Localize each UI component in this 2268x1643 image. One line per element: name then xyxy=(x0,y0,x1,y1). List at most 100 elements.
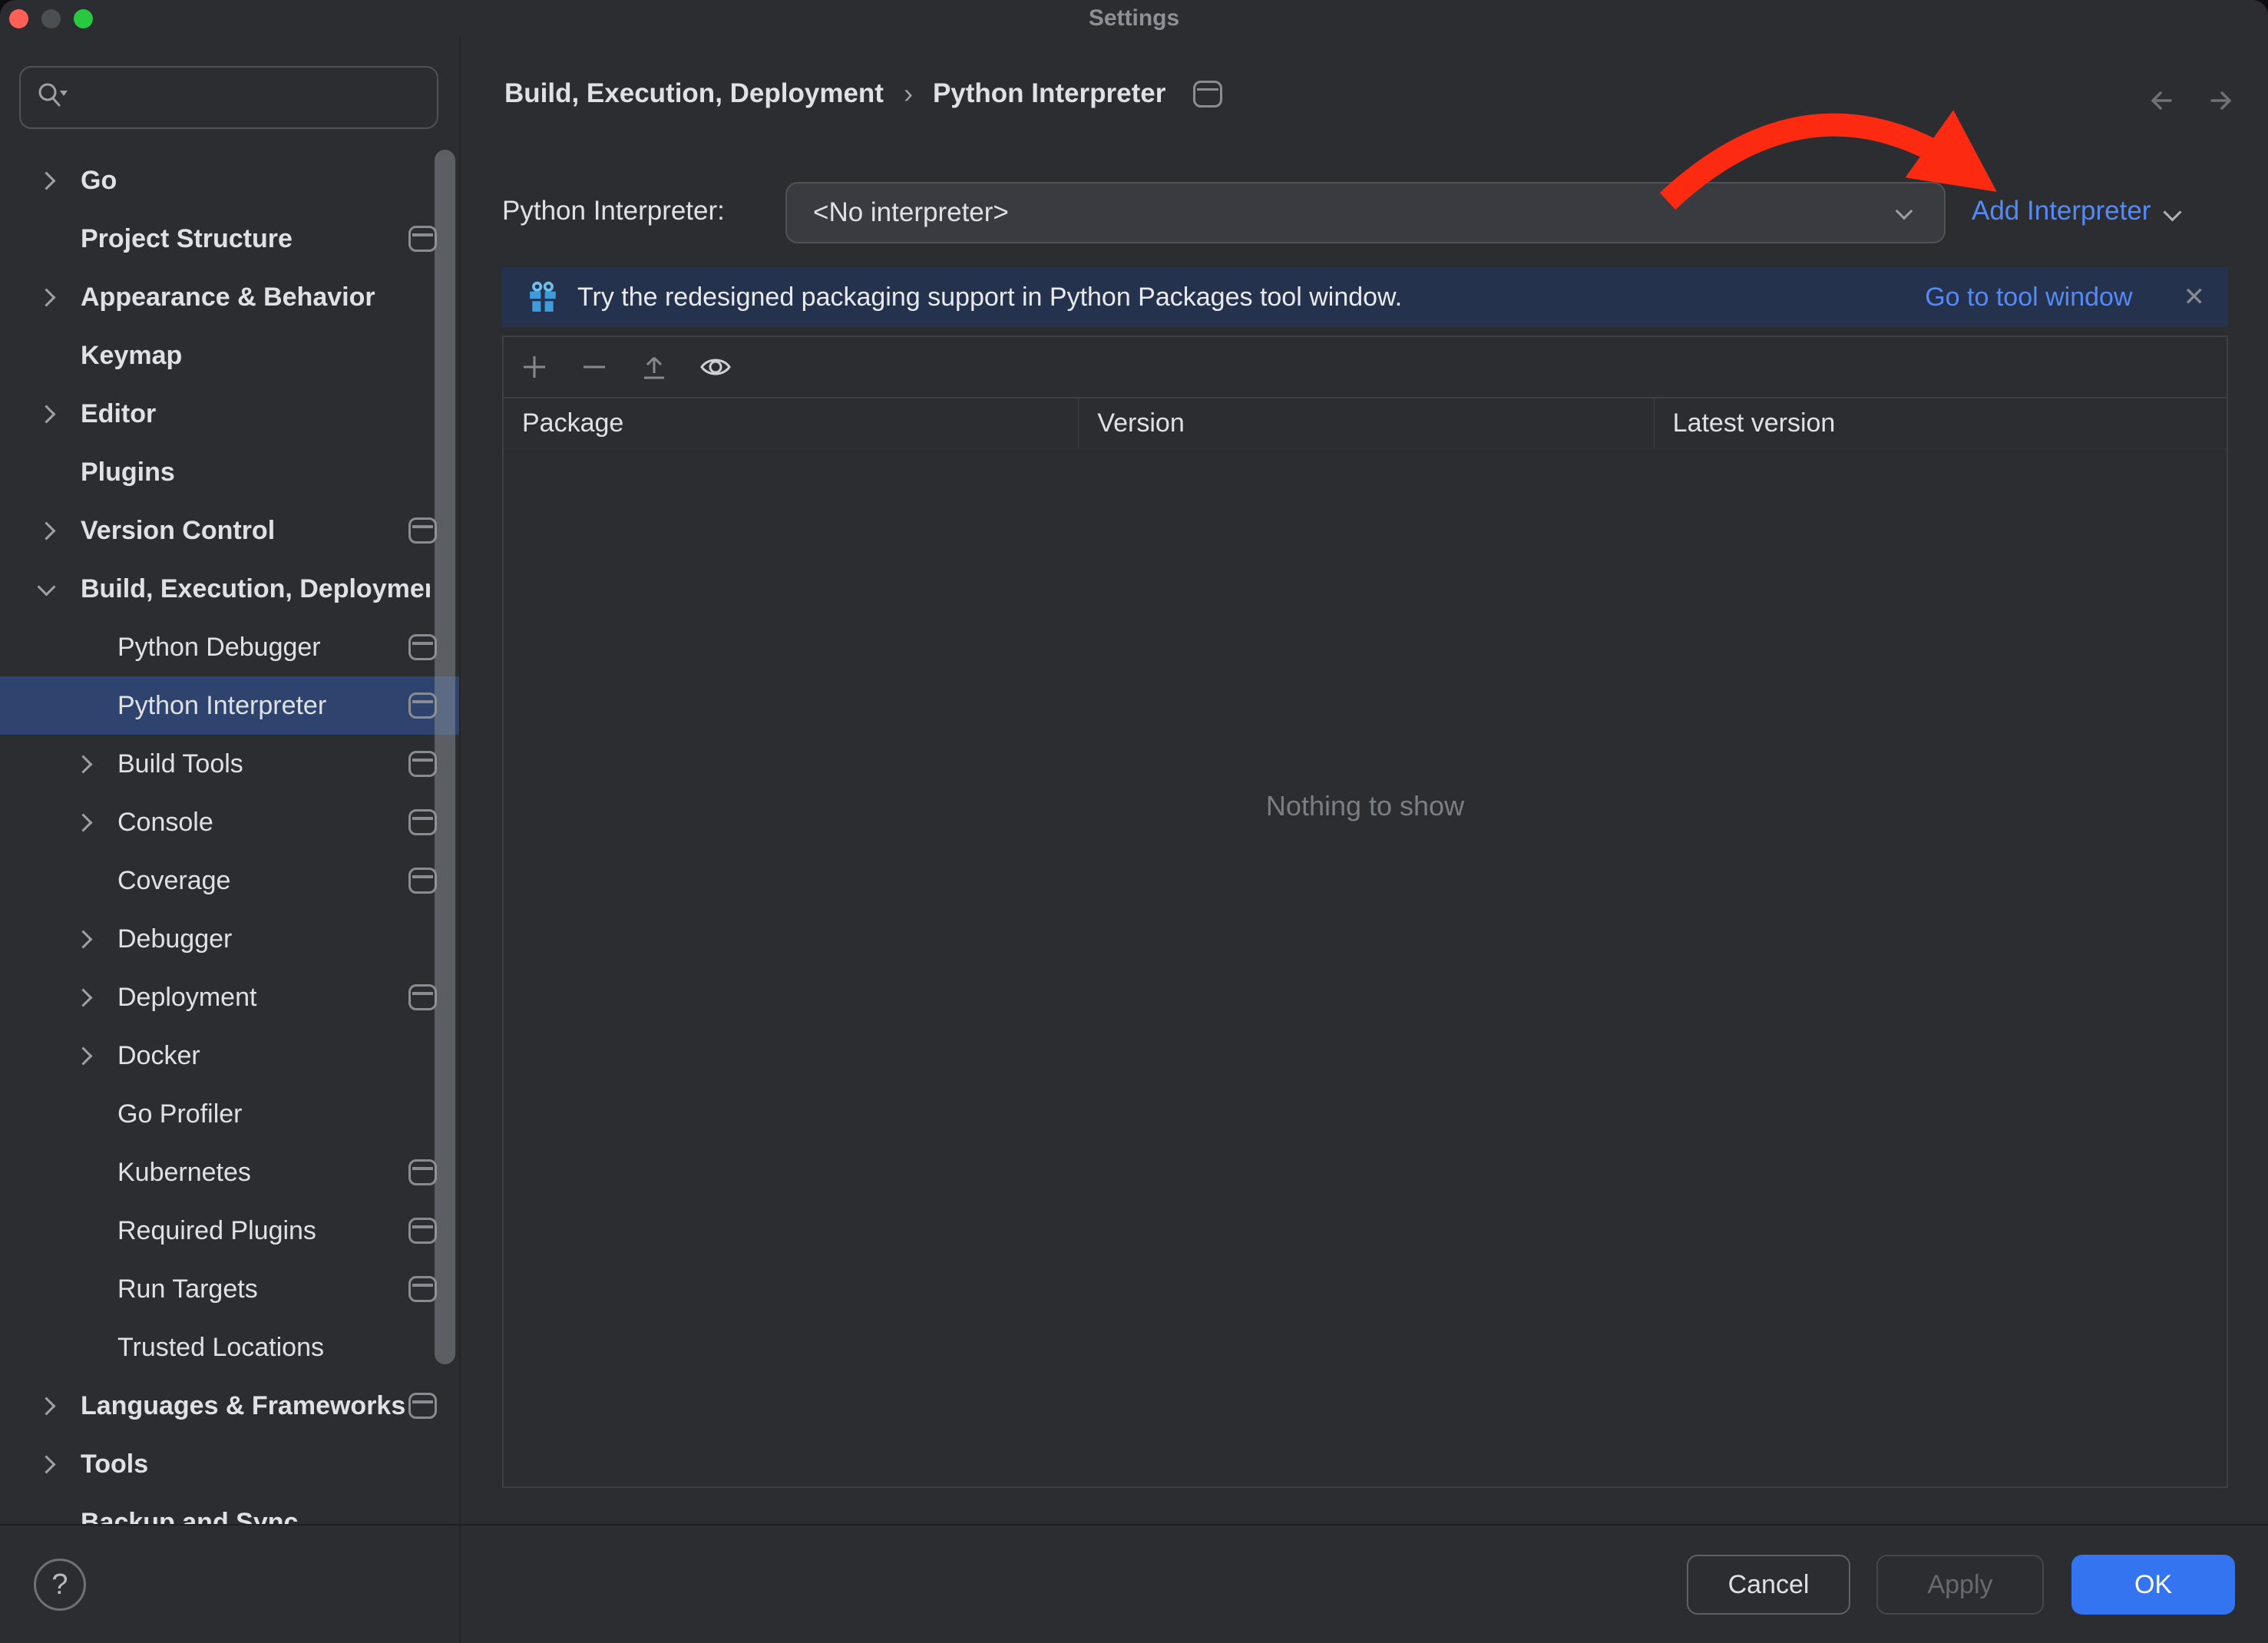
packages-panel: PackageVersionLatest version Nothing to … xyxy=(502,336,2228,1488)
sidebar-item-console[interactable]: Console xyxy=(0,793,459,851)
question-mark-icon: ? xyxy=(51,1569,68,1602)
banner-message: Try the redesigned packaging support in … xyxy=(577,283,1925,312)
add-interpreter-button[interactable]: Add Interpreter xyxy=(1972,196,2179,226)
sidebar-item-build-tools[interactable]: Build Tools xyxy=(0,735,459,793)
project-scope-icon xyxy=(408,634,437,660)
window-title: Settings xyxy=(0,5,2268,31)
cancel-button[interactable]: Cancel xyxy=(1687,1555,1850,1615)
sidebar-item-label: Debugger xyxy=(117,924,430,954)
column-header-version[interactable]: Version xyxy=(1079,398,1654,448)
sidebar-item-label: Deployment xyxy=(117,983,430,1013)
forward-arrow-icon[interactable] xyxy=(2204,83,2239,118)
sidebar-item-version-control[interactable]: Version Control xyxy=(0,501,459,560)
sidebar-item-label: Coverage xyxy=(117,866,430,896)
empty-table-message: Nothing to show xyxy=(504,790,2227,822)
sidebar-item-label: Docker xyxy=(117,1041,430,1071)
sidebar-item-label: Required Plugins xyxy=(117,1216,430,1246)
project-scope-icon xyxy=(408,1393,437,1419)
sidebar-item-tools[interactable]: Tools xyxy=(0,1435,459,1493)
sidebar-item-debugger[interactable]: Debugger xyxy=(0,910,459,968)
sidebar-item-trusted-locations[interactable]: Trusted Locations xyxy=(0,1318,459,1377)
sidebar-item-backup-and-sync[interactable]: Backup and Sync xyxy=(0,1493,459,1526)
sidebar-item-label: Build, Execution, Deployment xyxy=(81,574,430,604)
ok-button[interactable]: OK xyxy=(2071,1555,2235,1615)
sidebar-item-appearance-behavior[interactable]: Appearance & Behavior xyxy=(0,268,459,326)
sidebar-item-run-targets[interactable]: Run Targets xyxy=(0,1260,459,1318)
sidebar-item-label: Tools xyxy=(81,1450,430,1479)
banner-close-icon[interactable]: ✕ xyxy=(2184,282,2206,312)
breadcrumb-current: Python Interpreter xyxy=(933,78,1165,109)
column-header-latest-version[interactable]: Latest version xyxy=(1655,398,2227,448)
sidebar-item-docker[interactable]: Docker xyxy=(0,1026,459,1085)
sidebar-item-python-debugger[interactable]: Python Debugger xyxy=(0,618,459,676)
sidebar-item-label: Keymap xyxy=(81,341,430,371)
sidebar-item-label: Console xyxy=(117,808,430,838)
chevron-down-icon xyxy=(1896,203,1913,220)
interpreter-select[interactable]: <No interpreter> xyxy=(785,182,1946,243)
title-bar: Settings xyxy=(0,0,2268,37)
sidebar-item-label: Plugins xyxy=(81,458,430,488)
sidebar-item-label: Appearance & Behavior xyxy=(81,283,430,312)
upgrade-package-icon[interactable] xyxy=(639,352,669,382)
settings-search-field[interactable] xyxy=(19,66,438,129)
project-scope-icon xyxy=(408,809,437,835)
breadcrumb-parent[interactable]: Build, Execution, Deployment xyxy=(504,78,884,109)
sidebar-item-label: Version Control xyxy=(81,516,430,546)
sidebar-item-coverage[interactable]: Coverage xyxy=(0,851,459,910)
breadcrumb-separator-icon: › xyxy=(904,78,913,110)
sidebar-item-languages-frameworks[interactable]: Languages & Frameworks xyxy=(0,1377,459,1435)
sidebar-item-label: Backup and Sync xyxy=(81,1508,430,1526)
column-header-package[interactable]: Package xyxy=(504,398,1079,448)
sidebar-item-go-profiler[interactable]: Go Profiler xyxy=(0,1085,459,1143)
packages-table-header: PackageVersionLatest version xyxy=(504,398,2227,449)
add-package-icon[interactable] xyxy=(519,352,550,382)
packages-promo-banner: Try the redesigned packaging support in … xyxy=(502,267,2228,327)
gift-icon xyxy=(527,281,559,313)
project-scope-icon xyxy=(408,226,437,252)
show-early-releases-icon[interactable] xyxy=(699,352,732,382)
sidebar-item-label: Project Structure xyxy=(81,224,430,254)
back-arrow-icon[interactable] xyxy=(2144,83,2179,118)
sidebar-item-label: Trusted Locations xyxy=(117,1333,430,1363)
apply-button[interactable]: Apply xyxy=(1876,1555,2044,1615)
add-interpreter-label: Add Interpreter xyxy=(1972,196,2151,226)
sidebar-item-label: Build Tools xyxy=(117,749,430,779)
sidebar-item-label: Go xyxy=(81,166,430,196)
sidebar-item-plugins[interactable]: Plugins xyxy=(0,443,459,501)
help-button[interactable]: ? xyxy=(34,1559,86,1611)
sidebar-item-kubernetes[interactable]: Kubernetes xyxy=(0,1143,459,1202)
sidebar-item-label: Editor xyxy=(81,399,430,429)
search-input[interactable] xyxy=(70,83,437,113)
go-to-tool-window-link[interactable]: Go to tool window xyxy=(1925,283,2132,312)
remove-package-icon[interactable] xyxy=(579,352,610,382)
sidebar-item-label: Python Interpreter xyxy=(117,691,430,721)
project-settings-icon xyxy=(1193,81,1222,107)
sidebar-item-go[interactable]: Go xyxy=(0,151,459,210)
chevron-down-icon xyxy=(2164,203,2182,221)
breadcrumb: Build, Execution, Deployment › Python In… xyxy=(504,78,1222,110)
settings-tree: Go Project Structure Appearance & Behavi… xyxy=(0,151,459,1526)
sidebar-item-label: Kubernetes xyxy=(117,1158,430,1188)
sidebar-item-build-execution-deployment[interactable]: Build, Execution, Deployment xyxy=(0,560,459,618)
sidebar-item-project-structure[interactable]: Project Structure xyxy=(0,210,459,268)
sidebar-scrollbar-thumb[interactable] xyxy=(435,150,455,1364)
project-scope-icon xyxy=(408,1276,437,1302)
sidebar-item-label: Run Targets xyxy=(117,1274,430,1304)
sidebar-item-required-plugins[interactable]: Required Plugins xyxy=(0,1202,459,1260)
project-scope-icon xyxy=(408,517,437,544)
sidebar-item-editor[interactable]: Editor xyxy=(0,385,459,443)
settings-window: Settings Go Project Structure Appearance… xyxy=(0,0,2268,1643)
sidebar-item-label: Python Debugger xyxy=(117,633,430,663)
project-scope-icon xyxy=(408,1159,437,1185)
sidebar-divider xyxy=(459,37,461,1643)
interpreter-selected-value: <No interpreter> xyxy=(813,197,1009,228)
sidebar-item-python-interpreter[interactable]: Python Interpreter xyxy=(0,676,459,735)
packages-toolbar xyxy=(504,337,2227,398)
project-scope-icon xyxy=(408,868,437,894)
project-scope-icon xyxy=(408,751,437,777)
sidebar-item-keymap[interactable]: Keymap xyxy=(0,326,459,385)
sidebar-item-deployment[interactable]: Deployment xyxy=(0,968,459,1026)
footer-divider xyxy=(0,1524,2268,1526)
sidebar-item-label: Go Profiler xyxy=(117,1099,430,1129)
sidebar-item-label: Languages & Frameworks xyxy=(81,1391,430,1421)
